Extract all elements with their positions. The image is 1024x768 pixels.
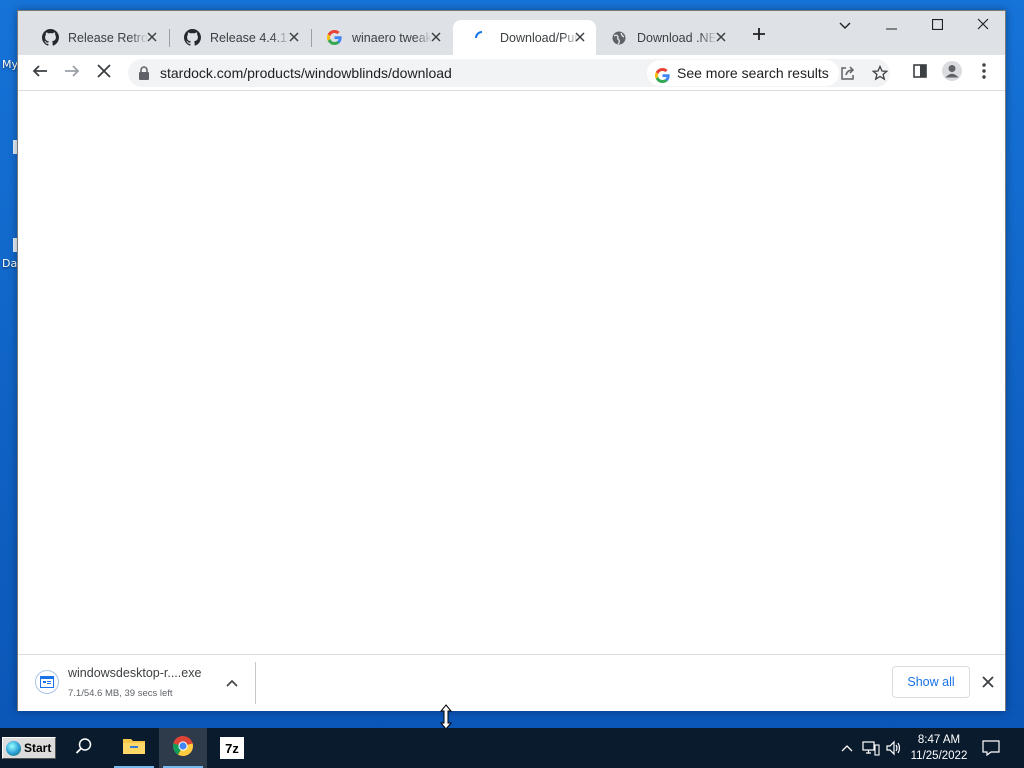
page-viewport[interactable] xyxy=(18,92,1005,654)
plus-icon xyxy=(752,27,766,46)
7zip-label: 7z xyxy=(225,740,239,756)
tab-release-retrobar[interactable]: Release RetroBar xyxy=(21,20,168,55)
download-separator xyxy=(255,662,256,704)
new-tab-button[interactable] xyxy=(745,22,773,50)
profile-button[interactable] xyxy=(938,59,966,87)
tab-strip: Release RetroBar Release 4.4.17 xyxy=(18,11,1005,55)
taskbar-search-button[interactable] xyxy=(60,728,108,768)
minimize-button[interactable] xyxy=(868,11,914,41)
search-icon xyxy=(75,737,93,760)
tab-winaero-tweaker[interactable]: winaero tweaker xyxy=(305,20,452,55)
google-icon xyxy=(325,29,343,47)
tab-download-purchase[interactable]: Download/Purchase xyxy=(453,20,596,55)
close-tab-icon[interactable] xyxy=(713,29,729,45)
tab-search-icon xyxy=(839,17,851,35)
search-chip-label: See more search results xyxy=(677,65,829,81)
download-bar: windowsdesktop-r....exe 7.1/54.6 MB, 39 … xyxy=(18,654,1005,711)
globe-icon xyxy=(610,29,628,47)
chevron-up-tray-icon[interactable] xyxy=(838,739,856,757)
address-bar[interactable]: stardock.com/products/windowblinds/downl… xyxy=(128,59,890,87)
arrow-right-icon xyxy=(64,63,80,84)
lock-icon[interactable] xyxy=(138,66,150,85)
forward-button[interactable] xyxy=(58,59,86,87)
kebab-menu-icon xyxy=(982,62,986,84)
loading-spinner-icon xyxy=(473,29,491,47)
github-icon xyxy=(41,29,59,47)
search-results-chip[interactable]: See more search results xyxy=(647,60,839,86)
tab-label: Download .NET xyxy=(637,30,717,45)
file-explorer-icon xyxy=(122,736,146,761)
start-orb-icon xyxy=(6,740,21,756)
maximize-button[interactable] xyxy=(914,11,960,41)
show-all-button[interactable]: Show all xyxy=(892,666,970,698)
close-download-bar-icon[interactable] xyxy=(978,672,998,692)
chrome-window: Release RetroBar Release 4.4.17 xyxy=(17,10,1006,711)
start-button[interactable]: Start xyxy=(2,737,56,759)
tab-download-net[interactable]: Download .NET xyxy=(590,20,737,55)
tab-label: Release 4.4.17 xyxy=(210,30,290,45)
network-icon[interactable] xyxy=(862,739,880,757)
browser-toolbar: stardock.com/products/windowblinds/downl… xyxy=(18,55,1005,91)
clock-date: 11/25/2022 xyxy=(910,750,968,762)
tab-label: Release RetroBar xyxy=(68,30,148,45)
tab-search-button[interactable] xyxy=(822,11,868,41)
menu-button[interactable] xyxy=(970,59,998,87)
taskbar-file-explorer[interactable] xyxy=(110,728,158,768)
star-icon[interactable] xyxy=(870,64,890,82)
chrome-icon xyxy=(172,735,194,762)
maximize-icon xyxy=(931,17,943,35)
download-file-name: windowsdesktop-r....exe xyxy=(68,666,202,680)
close-tab-icon[interactable] xyxy=(428,29,444,45)
share-icon[interactable] xyxy=(838,64,858,82)
desktop-icon-label-da[interactable]: Da xyxy=(2,257,17,270)
resize-cursor-icon xyxy=(439,704,453,730)
taskbar-7zip[interactable]: 7z xyxy=(208,728,256,768)
close-tab-icon[interactable] xyxy=(286,29,302,45)
installer-file-icon xyxy=(35,670,59,694)
tab-release-4-4-17[interactable]: Release 4.4.17 xyxy=(163,20,310,55)
chevron-up-icon[interactable] xyxy=(222,674,242,692)
minimize-icon xyxy=(885,17,897,35)
stop-loading-button[interactable] xyxy=(90,59,118,87)
volume-icon[interactable] xyxy=(885,739,903,757)
taskbar-chrome[interactable] xyxy=(159,728,207,768)
close-window-button[interactable] xyxy=(960,11,1006,41)
tab-label: winaero tweaker xyxy=(352,30,432,45)
7zip-icon: 7z xyxy=(220,737,244,759)
desktop-icon-label-my[interactable]: My xyxy=(2,58,18,71)
side-panel-button[interactable] xyxy=(906,59,934,87)
notification-icon[interactable] xyxy=(980,738,1002,758)
start-label: Start xyxy=(24,741,52,755)
clock-time: 8:47 AM xyxy=(917,734,961,746)
arrow-left-icon xyxy=(32,63,48,84)
tab-label: Download/Purchase xyxy=(500,30,580,45)
google-icon xyxy=(655,65,670,91)
close-tab-icon[interactable] xyxy=(572,29,588,45)
close-icon xyxy=(977,17,989,35)
side-panel-icon xyxy=(913,63,927,83)
download-status: 7.1/54.6 MB, 39 secs left xyxy=(68,688,173,699)
github-icon xyxy=(183,29,201,47)
download-item[interactable]: windowsdesktop-r....exe 7.1/54.6 MB, 39 … xyxy=(18,655,255,711)
taskbar-clock[interactable]: 8:47 AM 11/25/2022 xyxy=(904,732,974,764)
taskbar: Start 7z 8:47 AM 11/25/2022 xyxy=(0,728,1024,768)
stop-loading-icon xyxy=(97,63,111,83)
back-button[interactable] xyxy=(26,59,54,87)
url-text[interactable]: stardock.com/products/windowblinds/downl… xyxy=(160,65,452,81)
close-tab-icon[interactable] xyxy=(144,29,160,45)
profile-icon xyxy=(941,60,963,87)
